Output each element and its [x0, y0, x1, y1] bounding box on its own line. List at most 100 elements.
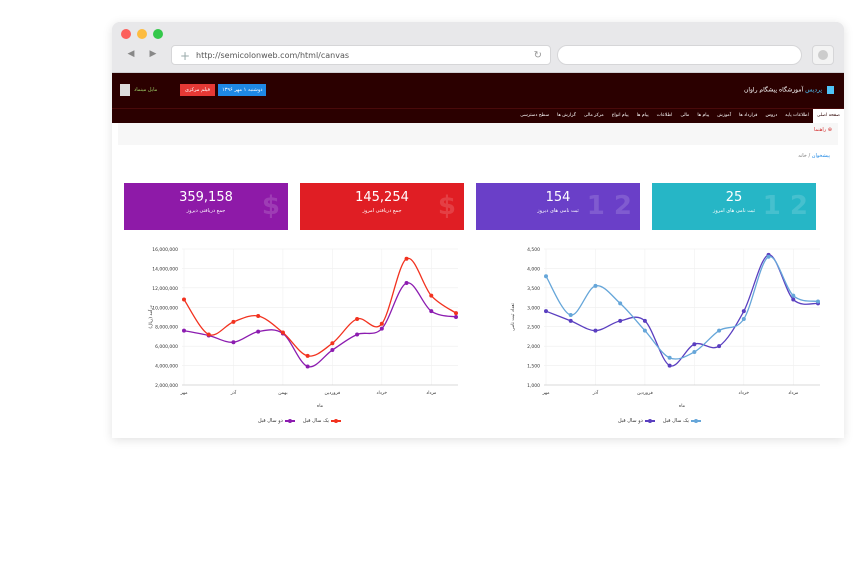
y-tick-label: 4,000 — [527, 266, 540, 272]
close-window-button[interactable] — [121, 29, 131, 39]
address-bar[interactable]: + http://semicolonweb.com/html/canvas ↻ — [171, 45, 551, 65]
x-tick-label: بهمن — [278, 391, 287, 396]
y-tick-label: 1,000 — [527, 383, 540, 389]
data-point — [379, 321, 384, 326]
data-point — [791, 293, 796, 298]
data-point — [667, 355, 672, 360]
data-point — [741, 316, 746, 321]
data-point — [692, 342, 697, 347]
menu-item[interactable]: دروس — [761, 109, 781, 123]
revenue-chart-legend: دو سال قبل یک سال قبل — [258, 418, 341, 424]
stat-card: $359,158 جمع دریافتی دیروز — [124, 183, 288, 230]
legend-swatch-icon — [284, 419, 295, 423]
stat-value: 359,158 — [179, 190, 233, 205]
legend-item[interactable]: یک سال قبل — [303, 418, 341, 424]
series-line — [183, 282, 457, 368]
data-point — [404, 256, 409, 261]
data-point — [741, 309, 746, 314]
maximize-window-button[interactable] — [153, 29, 163, 39]
data-point — [330, 348, 335, 353]
menu-item[interactable]: پیام ها — [633, 109, 653, 123]
y-tick-label: 1,500 — [527, 364, 540, 370]
data-point — [692, 349, 697, 354]
user-menu-link[interactable]: مایل مینماد — [134, 87, 157, 93]
data-point — [642, 328, 647, 333]
menu-item[interactable]: پیام انواع — [608, 109, 633, 123]
logo-icon — [827, 86, 834, 94]
y-tick-label: 2,500 — [527, 325, 540, 331]
legend-item[interactable]: یک سال قبل — [663, 418, 701, 424]
menu-item[interactable]: اطلاعات پایه — [781, 109, 813, 123]
browser-window: ◀ ▶ + http://semicolonweb.com/html/canva… — [112, 22, 844, 438]
back-arrow-icon[interactable]: ◀ — [122, 46, 140, 62]
data-point — [231, 319, 236, 324]
data-point — [330, 341, 335, 346]
y-tick-label: 2,000 — [527, 344, 540, 350]
main-menu: صفحه اصلی اطلاعات پایه دروس قرارداد ها آموزش… — [112, 108, 844, 123]
breadcrumb-home[interactable]: خانه — [798, 153, 807, 159]
data-point — [305, 364, 310, 369]
app-page: پردیس آموزشگاه پیشگام راوان دوشنبه ۱ مهر… — [112, 73, 844, 438]
menu-item[interactable]: صفحه اصلی — [812, 109, 844, 123]
menu-item[interactable]: قرارداد ها — [735, 109, 762, 123]
data-point — [717, 328, 722, 333]
x-tick-label: خرداد — [739, 391, 750, 396]
y-tick-label: 4,500 — [527, 247, 540, 253]
x-tick-label: خرداد — [377, 391, 388, 396]
legend-swatch-icon — [644, 419, 655, 423]
legend-item[interactable]: دو سال قبل — [258, 418, 295, 424]
address-url: http://semicolonweb.com/html/canvas — [196, 51, 350, 60]
data-point — [568, 313, 573, 318]
x-axis-label: ماه — [317, 404, 324, 409]
y-tick-label: 12,000,000 — [152, 286, 178, 292]
breadcrumb-current: پیشخوان — [811, 153, 830, 159]
x-tick-label: آذر — [230, 390, 237, 396]
menu-item[interactable]: مالی — [676, 109, 693, 123]
minimize-window-button[interactable] — [137, 29, 147, 39]
y-tick-label: 10,000,000 — [152, 305, 178, 311]
data-point — [593, 328, 598, 333]
x-tick-label: فروردین — [637, 391, 653, 396]
y-tick-label: 2,000,000 — [155, 383, 178, 389]
stat-card: 1 2 154 ثبت نامی های دیروز — [476, 183, 640, 230]
menu-item[interactable]: اطلاعات — [653, 109, 677, 123]
help-link[interactable]: راهنما ⊕ — [814, 127, 832, 133]
browser-extension-button[interactable] — [812, 45, 834, 65]
x-tick-label: مهر — [180, 391, 189, 396]
brand-highlight: پردیس — [805, 86, 823, 94]
stat-label: جمع دریافتی دیروز — [186, 208, 226, 214]
breadcrumb: پیشخوان / خانه — [798, 153, 830, 159]
legend-label: دو سال قبل — [258, 418, 283, 424]
legend-label: یک سال قبل — [302, 418, 329, 424]
menu-item[interactable]: آموزش — [713, 109, 735, 123]
brand: پردیس آموزشگاه پیشگام راوان — [744, 86, 834, 94]
x-tick-label: مهر — [542, 391, 551, 396]
breadcrumb-separator: / — [806, 153, 811, 159]
menu-item[interactable]: سطح دسترسی — [516, 109, 553, 123]
browser-search-field[interactable] — [557, 45, 802, 65]
y-tick-label: 8,000,000 — [155, 325, 178, 331]
forward-arrow-icon[interactable]: ▶ — [144, 46, 162, 62]
legend-swatch-icon — [330, 419, 341, 423]
menu-item[interactable]: پیام ها — [693, 109, 713, 123]
data-point — [429, 293, 434, 298]
y-axis-label: تعداد ثبت نامی — [511, 302, 516, 330]
data-point — [766, 254, 771, 259]
header-action-button[interactable]: فیلم مرکزی — [180, 84, 215, 96]
stat-label: جمع دریافتی امروز — [362, 208, 402, 214]
legend-swatch-icon — [690, 419, 701, 423]
stat-card: 1 2 25 ثبت نامی های امروز — [652, 183, 816, 230]
x-tick-label: مرداد — [426, 391, 437, 396]
menu-item[interactable]: گزارش ها — [553, 109, 580, 123]
legend-item[interactable]: دو سال قبل — [618, 418, 655, 424]
reload-icon[interactable]: ↻ — [534, 46, 542, 66]
data-point — [454, 311, 458, 316]
new-tab-plus-icon[interactable]: + — [180, 46, 190, 66]
x-tick-label: فروردین — [325, 391, 341, 396]
data-point — [379, 326, 384, 331]
legend-label: یک سال قبل — [662, 418, 689, 424]
subbar: راهنما ⊕ — [118, 123, 838, 145]
menu-toggle-button[interactable] — [120, 84, 130, 96]
menu-item[interactable]: مرکز مالی — [580, 109, 608, 123]
stat-label: ثبت نامی های امروز — [712, 208, 756, 214]
